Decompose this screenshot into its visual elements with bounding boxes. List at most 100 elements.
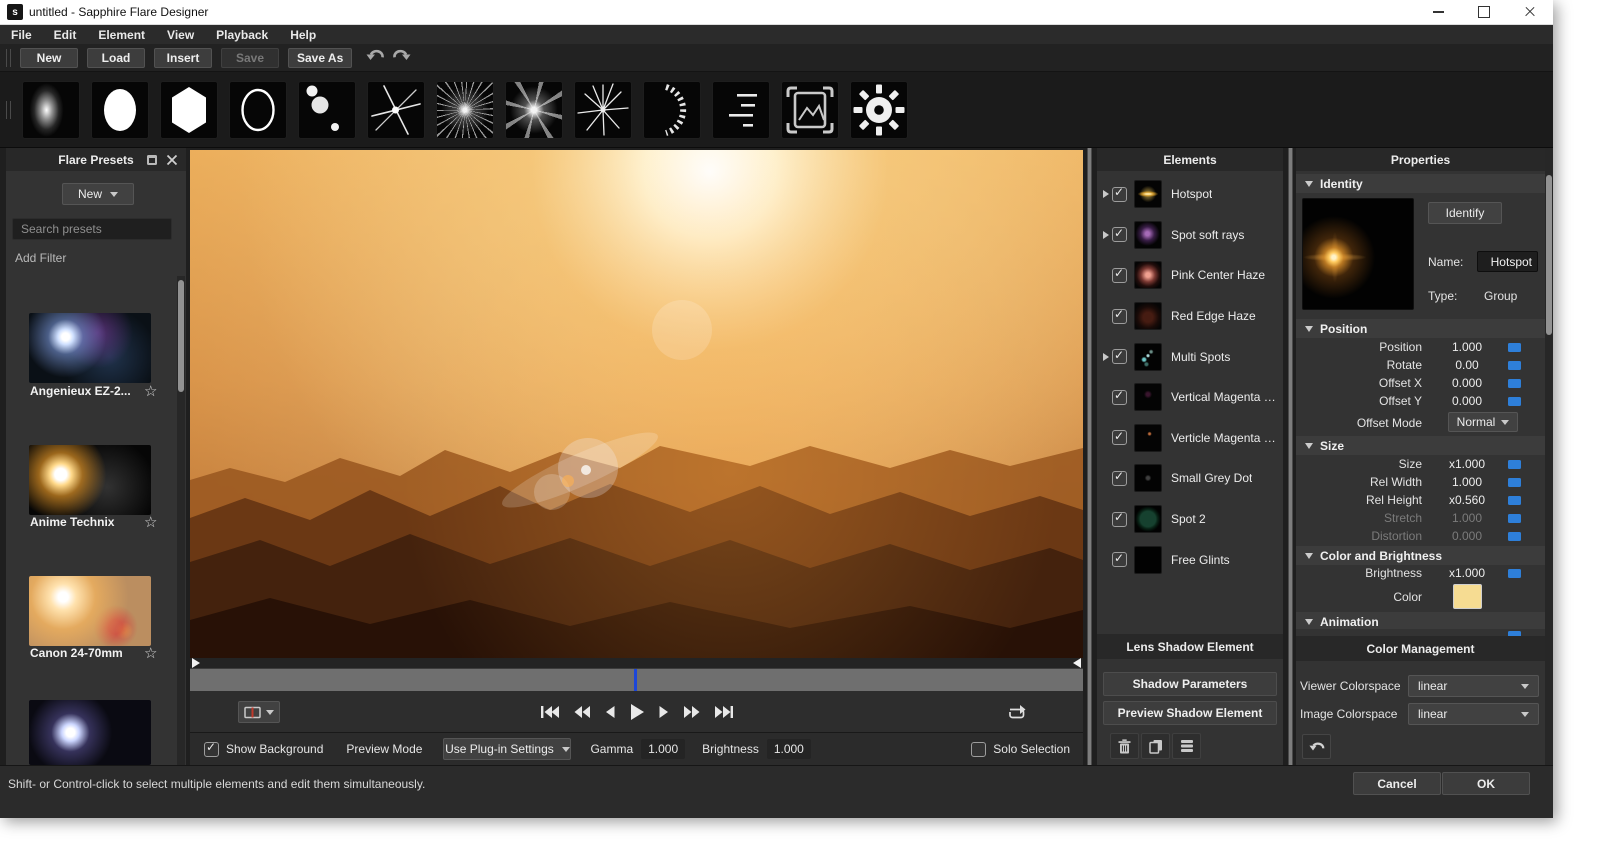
- name-field[interactable]: Hotspot: [1477, 251, 1538, 272]
- keyframe-button[interactable]: [1508, 569, 1521, 578]
- element-row[interactable]: Free Glints: [1097, 539, 1283, 580]
- keyframe-button[interactable]: [1508, 361, 1521, 370]
- window-close-button[interactable]: [1507, 0, 1553, 24]
- offset-mode-dropdown[interactable]: Normal: [1448, 412, 1518, 432]
- keyframe-button[interactable]: [1508, 532, 1521, 541]
- element-row[interactable]: Multi Spots: [1097, 336, 1283, 377]
- add-filter-link[interactable]: Add Filter: [15, 251, 66, 265]
- menu-help[interactable]: Help: [279, 28, 327, 42]
- position-section-header[interactable]: Position: [1296, 319, 1545, 338]
- menu-view[interactable]: View: [156, 28, 205, 42]
- load-button[interactable]: Load: [87, 48, 145, 68]
- soft-rays-element-icon[interactable]: [505, 81, 563, 139]
- search-input[interactable]: [12, 218, 172, 240]
- circle-element-icon[interactable]: [91, 81, 149, 139]
- element-row[interactable]: Spot 2: [1097, 499, 1283, 540]
- jump-to-end-button[interactable]: [714, 705, 734, 719]
- keyframe-button[interactable]: [1508, 514, 1521, 523]
- param-value[interactable]: 1.000: [1434, 340, 1500, 354]
- flare-preview-viewport[interactable]: [190, 150, 1083, 658]
- viewer-elements-splitter[interactable]: [1087, 148, 1092, 765]
- play-button[interactable]: [629, 703, 645, 721]
- element-row[interactable]: Red Edge Haze: [1097, 296, 1283, 337]
- spikes-element-icon[interactable]: [574, 81, 632, 139]
- in-point-marker-icon[interactable]: [192, 658, 200, 668]
- element-visibility-checkbox[interactable]: [1112, 430, 1127, 445]
- size-section-header[interactable]: Size: [1296, 436, 1545, 455]
- delete-element-button[interactable]: [1110, 733, 1139, 759]
- group-elements-button[interactable]: [1172, 733, 1201, 759]
- image-colorspace-dropdown[interactable]: linear: [1408, 703, 1539, 725]
- streaks-element-icon[interactable]: [712, 81, 770, 139]
- range-marker-strip[interactable]: [190, 658, 1083, 668]
- element-visibility-checkbox[interactable]: [1112, 552, 1127, 567]
- solo-selection-checkbox[interactable]: [971, 742, 986, 757]
- element-row[interactable]: Verticle Magenta Orange ...: [1097, 418, 1283, 459]
- duplicate-element-button[interactable]: [1141, 733, 1170, 759]
- settings-gear-icon[interactable]: [850, 81, 908, 139]
- gamma-value-field[interactable]: 1.000: [641, 739, 685, 759]
- element-visibility-checkbox[interactable]: [1112, 512, 1127, 527]
- element-row[interactable]: Hotspot: [1097, 174, 1283, 215]
- insert-button[interactable]: Insert: [154, 48, 212, 68]
- menu-element[interactable]: Element: [87, 28, 156, 42]
- param-value[interactable]: 0.00: [1434, 358, 1500, 372]
- shadow-parameters-button[interactable]: Shadow Parameters: [1103, 672, 1277, 696]
- elements-properties-splitter[interactable]: [1288, 148, 1293, 765]
- element-visibility-checkbox[interactable]: [1112, 187, 1127, 202]
- glint-element-icon[interactable]: [367, 81, 425, 139]
- ok-button[interactable]: OK: [1442, 772, 1530, 795]
- undo-icon[interactable]: [366, 48, 385, 68]
- save-as-button[interactable]: Save As: [288, 48, 352, 68]
- element-visibility-checkbox[interactable]: [1112, 309, 1127, 324]
- redo-icon[interactable]: [392, 48, 411, 68]
- keyframe-button[interactable]: [1508, 379, 1521, 388]
- element-visibility-checkbox[interactable]: [1112, 390, 1127, 405]
- rewind-button[interactable]: [573, 705, 591, 719]
- preset-name[interactable]: Canon 24-70mm: [30, 646, 140, 660]
- preset-thumbnail[interactable]: [29, 700, 151, 765]
- keyframe-button[interactable]: [1508, 496, 1521, 505]
- element-visibility-checkbox[interactable]: [1112, 349, 1127, 364]
- favorite-star-icon[interactable]: ☆: [144, 644, 157, 662]
- preset-name[interactable]: Anime Technix: [30, 515, 140, 529]
- fast-forward-button[interactable]: [683, 705, 701, 719]
- menu-playback[interactable]: Playback: [205, 28, 279, 42]
- element-visibility-checkbox[interactable]: [1112, 227, 1127, 242]
- new-button[interactable]: New: [20, 48, 78, 68]
- element-row[interactable]: Vertical Magenta Dots: [1097, 377, 1283, 418]
- menu-edit[interactable]: Edit: [43, 28, 88, 42]
- loop-playback-icon[interactable]: [1006, 704, 1029, 721]
- window-maximize-button[interactable]: [1461, 0, 1507, 24]
- param-value[interactable]: x0.560: [1434, 493, 1500, 507]
- param-value[interactable]: x1.000: [1434, 457, 1500, 471]
- param-value[interactable]: 1.000: [1434, 475, 1500, 489]
- viewer-colorspace-dropdown[interactable]: linear: [1408, 675, 1539, 697]
- element-visibility-checkbox[interactable]: [1112, 471, 1127, 486]
- keyframe-button[interactable]: [1508, 343, 1521, 352]
- cancel-button[interactable]: Cancel: [1353, 772, 1441, 795]
- toolbar-grip[interactable]: [6, 49, 11, 67]
- expand-arrow-icon[interactable]: [1103, 231, 1109, 239]
- menu-file[interactable]: File: [0, 28, 43, 42]
- rays-element-icon[interactable]: [436, 81, 494, 139]
- properties-scrollbar[interactable]: [1545, 148, 1553, 765]
- viewer-brightness-value-field[interactable]: 1.000: [767, 739, 811, 759]
- param-value[interactable]: 0.000: [1434, 376, 1500, 390]
- ring-element-icon[interactable]: [229, 81, 287, 139]
- background-image-icon[interactable]: [781, 81, 839, 139]
- jump-to-start-button[interactable]: [540, 705, 560, 719]
- glow-element-icon[interactable]: [22, 81, 80, 139]
- step-back-button[interactable]: [604, 705, 616, 719]
- hexagon-element-icon[interactable]: [160, 81, 218, 139]
- color-swatch[interactable]: [1453, 584, 1482, 609]
- identify-button[interactable]: Identify: [1428, 202, 1502, 224]
- favorite-star-icon[interactable]: ☆: [144, 382, 157, 400]
- preview-mode-dropdown[interactable]: Use Plug-in Settings: [443, 738, 571, 760]
- favorite-star-icon[interactable]: ☆: [144, 513, 157, 531]
- keyframe-button[interactable]: [1508, 460, 1521, 469]
- presets-scrollbar-thumb[interactable]: [178, 280, 184, 392]
- iconbar-grip[interactable]: [6, 101, 11, 119]
- properties-undo-button[interactable]: [1302, 734, 1331, 759]
- color-brightness-section-header[interactable]: Color and Brightness: [1296, 546, 1545, 565]
